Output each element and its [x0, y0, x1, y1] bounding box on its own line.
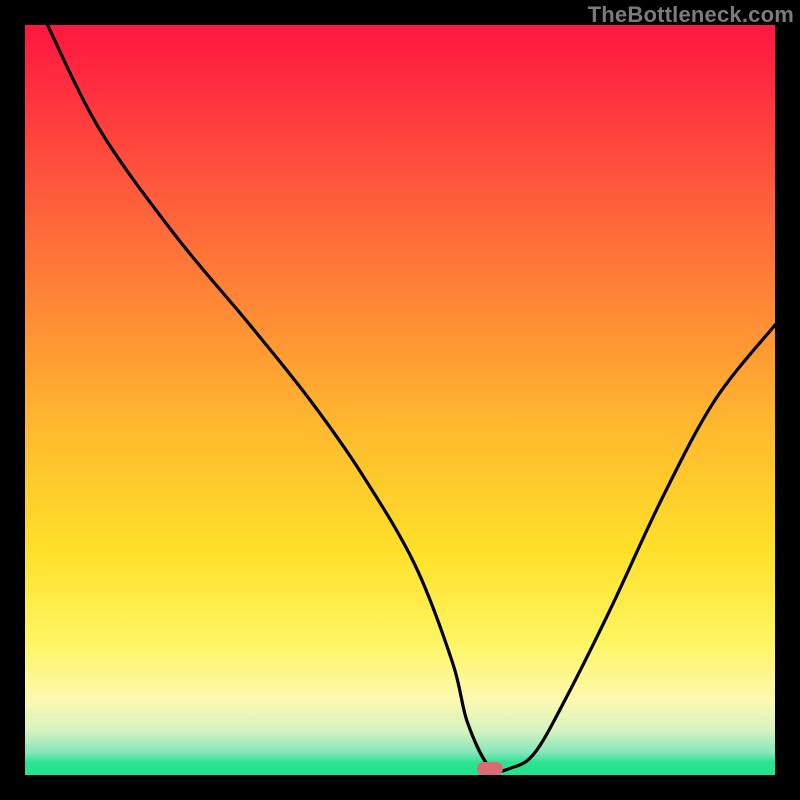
chart-frame: TheBottleneck.com: [0, 0, 800, 800]
minimum-marker: [477, 762, 503, 775]
watermark-text: TheBottleneck.com: [588, 2, 794, 28]
bottleneck-curve: [25, 25, 775, 775]
